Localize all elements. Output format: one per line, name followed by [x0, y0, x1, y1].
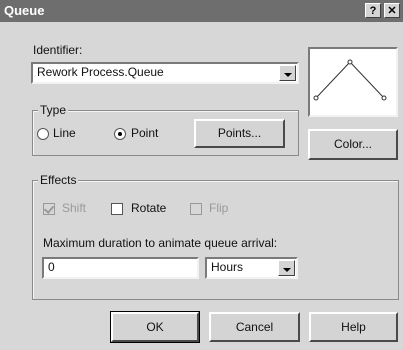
- queue-dialog: Identifier: Rework Process.Queue Type Li…: [0, 22, 403, 350]
- identifier-combobox[interactable]: Rework Process.Queue: [31, 62, 299, 84]
- rotate-label[interactable]: Rotate: [131, 201, 166, 215]
- chevron-down-icon[interactable]: [278, 260, 295, 276]
- queue-preview: [308, 47, 398, 117]
- ok-button[interactable]: OK: [110, 311, 200, 343]
- help-title-button[interactable]: ?: [365, 3, 381, 18]
- rotate-checkbox[interactable]: [111, 203, 123, 215]
- unit-combobox[interactable]: Hours: [205, 257, 298, 279]
- shift-label: Shift: [62, 201, 87, 215]
- title-bar: Queue ? ✕: [0, 0, 403, 22]
- window-title: Queue: [4, 3, 45, 18]
- radio-point-label[interactable]: Point: [131, 126, 158, 140]
- duration-label: Maximum duration to animate queue arriva…: [43, 236, 278, 250]
- queue-shape-preview-icon: [313, 59, 387, 101]
- radio-line[interactable]: [37, 128, 49, 140]
- effects-group-label: Effects: [38, 173, 79, 187]
- radio-line-label[interactable]: Line: [53, 126, 76, 140]
- unit-value: Hours: [211, 260, 244, 274]
- duration-value: 0: [48, 260, 55, 274]
- identifier-label: Identifier:: [33, 43, 83, 57]
- duration-input[interactable]: 0: [42, 257, 199, 279]
- close-title-button[interactable]: ✕: [384, 3, 400, 18]
- shift-checkbox[interactable]: [43, 203, 55, 215]
- cancel-button[interactable]: Cancel: [209, 312, 300, 342]
- radio-point[interactable]: [114, 128, 126, 140]
- flip-label: Flip: [209, 201, 229, 215]
- help-button[interactable]: Help: [309, 312, 398, 342]
- identifier-value: Rework Process.Queue: [37, 65, 164, 79]
- type-group-label: Type: [38, 103, 69, 117]
- chevron-down-icon[interactable]: [279, 65, 296, 81]
- flip-checkbox[interactable]: [190, 203, 202, 215]
- points-button[interactable]: Points...: [194, 119, 285, 148]
- color-button[interactable]: Color...: [308, 129, 398, 160]
